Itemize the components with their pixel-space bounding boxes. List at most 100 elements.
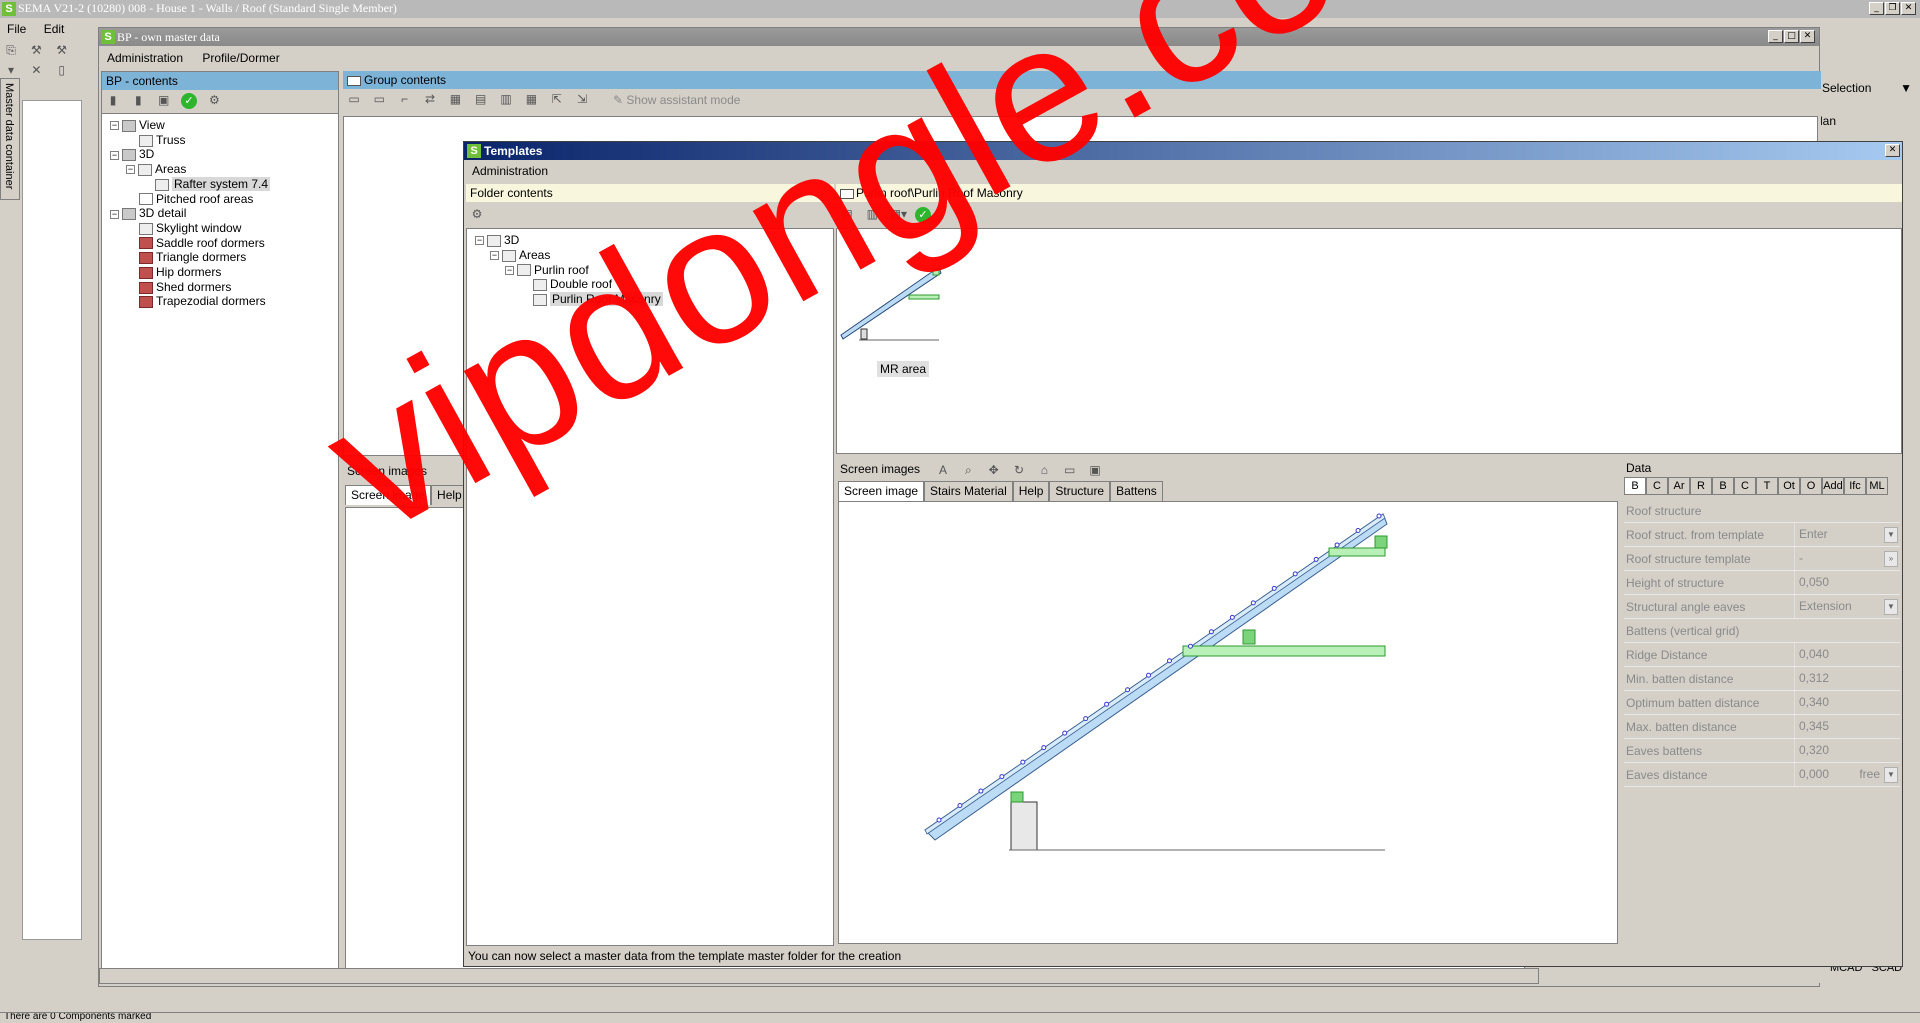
close-button[interactable]: ✕: [1885, 144, 1900, 157]
data-row-value[interactable]: Enter ▼: [1794, 523, 1898, 546]
tab-structure[interactable]: Structure: [1049, 481, 1111, 501]
zoom-icon[interactable]: ⌕: [960, 462, 976, 478]
data-row-value[interactable]: 0,000 free ▼: [1794, 763, 1898, 786]
data-tab[interactable]: Ar: [1668, 477, 1690, 495]
chevron-down-icon[interactable]: ▼: [1884, 599, 1898, 615]
menu-administration[interactable]: Administration: [464, 161, 556, 181]
dropdown-icon[interactable]: ▾: [3, 62, 19, 78]
show-assistant-mode-button[interactable]: ✎ Show assistant mode: [613, 93, 740, 107]
maximize-button[interactable]: □: [1784, 30, 1799, 43]
data-row[interactable]: Ridge Distance 0,040: [1624, 643, 1900, 667]
paint-icon[interactable]: ⌐: [397, 91, 413, 107]
mr-area-thumbnail[interactable]: [839, 249, 959, 349]
collapse-toggle-icon[interactable]: −: [475, 236, 484, 246]
data-tab[interactable]: T: [1756, 477, 1778, 495]
close-button[interactable]: ✕: [1901, 2, 1916, 15]
master-data-container-tab[interactable]: Master data container: [0, 78, 20, 200]
image-icon[interactable]: ▣: [1087, 462, 1103, 478]
tree-item[interactable]: Trapezodial dormers: [126, 292, 266, 310]
grid-icon[interactable]: ▦: [523, 91, 539, 107]
tab-screen-image[interactable]: Screen image: [838, 481, 925, 501]
data-tab[interactable]: B: [1624, 477, 1646, 495]
data-tab[interactable]: C: [1734, 477, 1756, 495]
data-tab[interactable]: Ifc: [1844, 477, 1866, 495]
tab-screen-image[interactable]: Screen image: [345, 485, 432, 505]
data-row[interactable]: Max. batten distance 0,345: [1624, 715, 1900, 739]
data-row-value[interactable]: 0,320: [1794, 739, 1898, 762]
grid-icon[interactable]: ▦▾: [890, 206, 907, 222]
data-row-value[interactable]: -»: [1794, 547, 1898, 570]
selection-dropdown[interactable]: Selection ▼: [1820, 78, 1920, 98]
group-icon[interactable]: ▦: [447, 91, 463, 107]
edit-icon[interactable]: ▮: [130, 92, 146, 108]
collapse-toggle-icon[interactable]: −: [110, 209, 119, 219]
collapse-toggle-icon[interactable]: −: [110, 121, 119, 131]
data-tab[interactable]: B: [1712, 477, 1734, 495]
minimize-button[interactable]: _: [1768, 30, 1783, 43]
menu-file[interactable]: File: [0, 18, 33, 40]
open-folder-icon[interactable]: ⎘: [3, 42, 19, 58]
import-icon[interactable]: ⇲: [574, 91, 590, 107]
save-icon[interactable]: ▤: [839, 206, 855, 222]
data-row-value[interactable]: 0,345: [1794, 715, 1898, 738]
tab-stairs-material[interactable]: Stairs Material: [924, 481, 1013, 501]
move-icon[interactable]: ✥: [986, 462, 1002, 478]
collapse-toggle-icon[interactable]: −: [505, 265, 514, 275]
minimize-button[interactable]: _: [1869, 2, 1884, 15]
chevron-down-icon[interactable]: ▼: [1884, 767, 1898, 783]
trash-icon[interactable]: ▥: [864, 206, 880, 222]
clip-icon[interactable]: ▭: [1062, 462, 1078, 478]
delete-icon[interactable]: ✕: [28, 62, 44, 78]
check-icon[interactable]: ✓: [915, 206, 932, 223]
mr-area-label[interactable]: MR area: [877, 361, 930, 377]
data-row[interactable]: Eaves distance 0,000 free ▼: [1624, 763, 1900, 787]
panel-icon[interactable]: ▯: [54, 62, 70, 78]
data-tab[interactable]: C: [1646, 477, 1668, 495]
data-tab[interactable]: R: [1690, 477, 1712, 495]
collapse-toggle-icon[interactable]: −: [490, 251, 499, 261]
data-row[interactable]: Min. batten distance 0,312: [1624, 667, 1900, 691]
move-icon[interactable]: ⇄: [422, 91, 438, 107]
data-row[interactable]: Structural angle eaves Extension ▼: [1624, 595, 1900, 619]
tree-item[interactable]: Purlin Roof Masonry: [520, 290, 663, 308]
data-row-value[interactable]: 0,312: [1794, 667, 1898, 690]
data-row[interactable]: Roof struct. from template Enter ▼: [1624, 523, 1900, 547]
data-row[interactable]: Eaves battens 0,320: [1624, 739, 1900, 763]
chevron-down-icon[interactable]: ▼: [1884, 527, 1898, 543]
data-row-value[interactable]: 0,340: [1794, 691, 1898, 714]
text-icon[interactable]: A: [935, 462, 951, 478]
close-button[interactable]: ✕: [1800, 30, 1815, 43]
check-icon[interactable]: ✓: [181, 92, 198, 109]
horizontal-scrollbar[interactable]: [99, 968, 1539, 984]
data-row[interactable]: Height of structure 0,050: [1624, 571, 1900, 595]
tree-icon[interactable]: ⚙: [469, 206, 485, 222]
add-icon[interactable]: ▣: [156, 92, 172, 108]
home-icon[interactable]: ⌂: [1036, 462, 1052, 478]
tree-icon[interactable]: ⚙: [206, 92, 222, 108]
save-icon[interactable]: ▤: [473, 91, 489, 107]
tool2-icon[interactable]: ⚒: [54, 42, 70, 58]
data-tab[interactable]: ML: [1866, 477, 1888, 495]
restore-button[interactable]: ❐: [1885, 2, 1900, 15]
copy-icon[interactable]: ▭: [371, 91, 387, 107]
rotate-icon[interactable]: ↻: [1011, 462, 1027, 478]
collapse-toggle-icon[interactable]: −: [126, 165, 135, 175]
data-tab[interactable]: Ot: [1778, 477, 1800, 495]
tab-help[interactable]: Help: [1012, 481, 1050, 501]
tab-battens[interactable]: Battens: [1110, 481, 1163, 501]
new-doc-icon[interactable]: ▭: [346, 91, 362, 107]
data-row-value[interactable]: 0,040: [1794, 643, 1898, 666]
menu-edit[interactable]: Edit: [37, 18, 72, 40]
menu-profile-dormer[interactable]: Profile/Dormer: [194, 48, 287, 68]
export-icon[interactable]: ⇱: [549, 91, 565, 107]
data-tab[interactable]: O: [1800, 477, 1822, 495]
collapse-toggle-icon[interactable]: −: [110, 150, 119, 160]
data-tab[interactable]: Add: [1822, 477, 1844, 495]
data-row-value[interactable]: 0,050: [1794, 571, 1898, 594]
tool-icon[interactable]: ⚒: [28, 42, 44, 58]
menu-administration[interactable]: Administration: [99, 48, 191, 68]
data-row[interactable]: Optimum batten distance 0,340: [1624, 691, 1900, 715]
data-row-value[interactable]: Extension ▼: [1794, 595, 1898, 618]
new-icon[interactable]: ▮: [105, 92, 121, 108]
more-button[interactable]: »: [1884, 551, 1898, 567]
